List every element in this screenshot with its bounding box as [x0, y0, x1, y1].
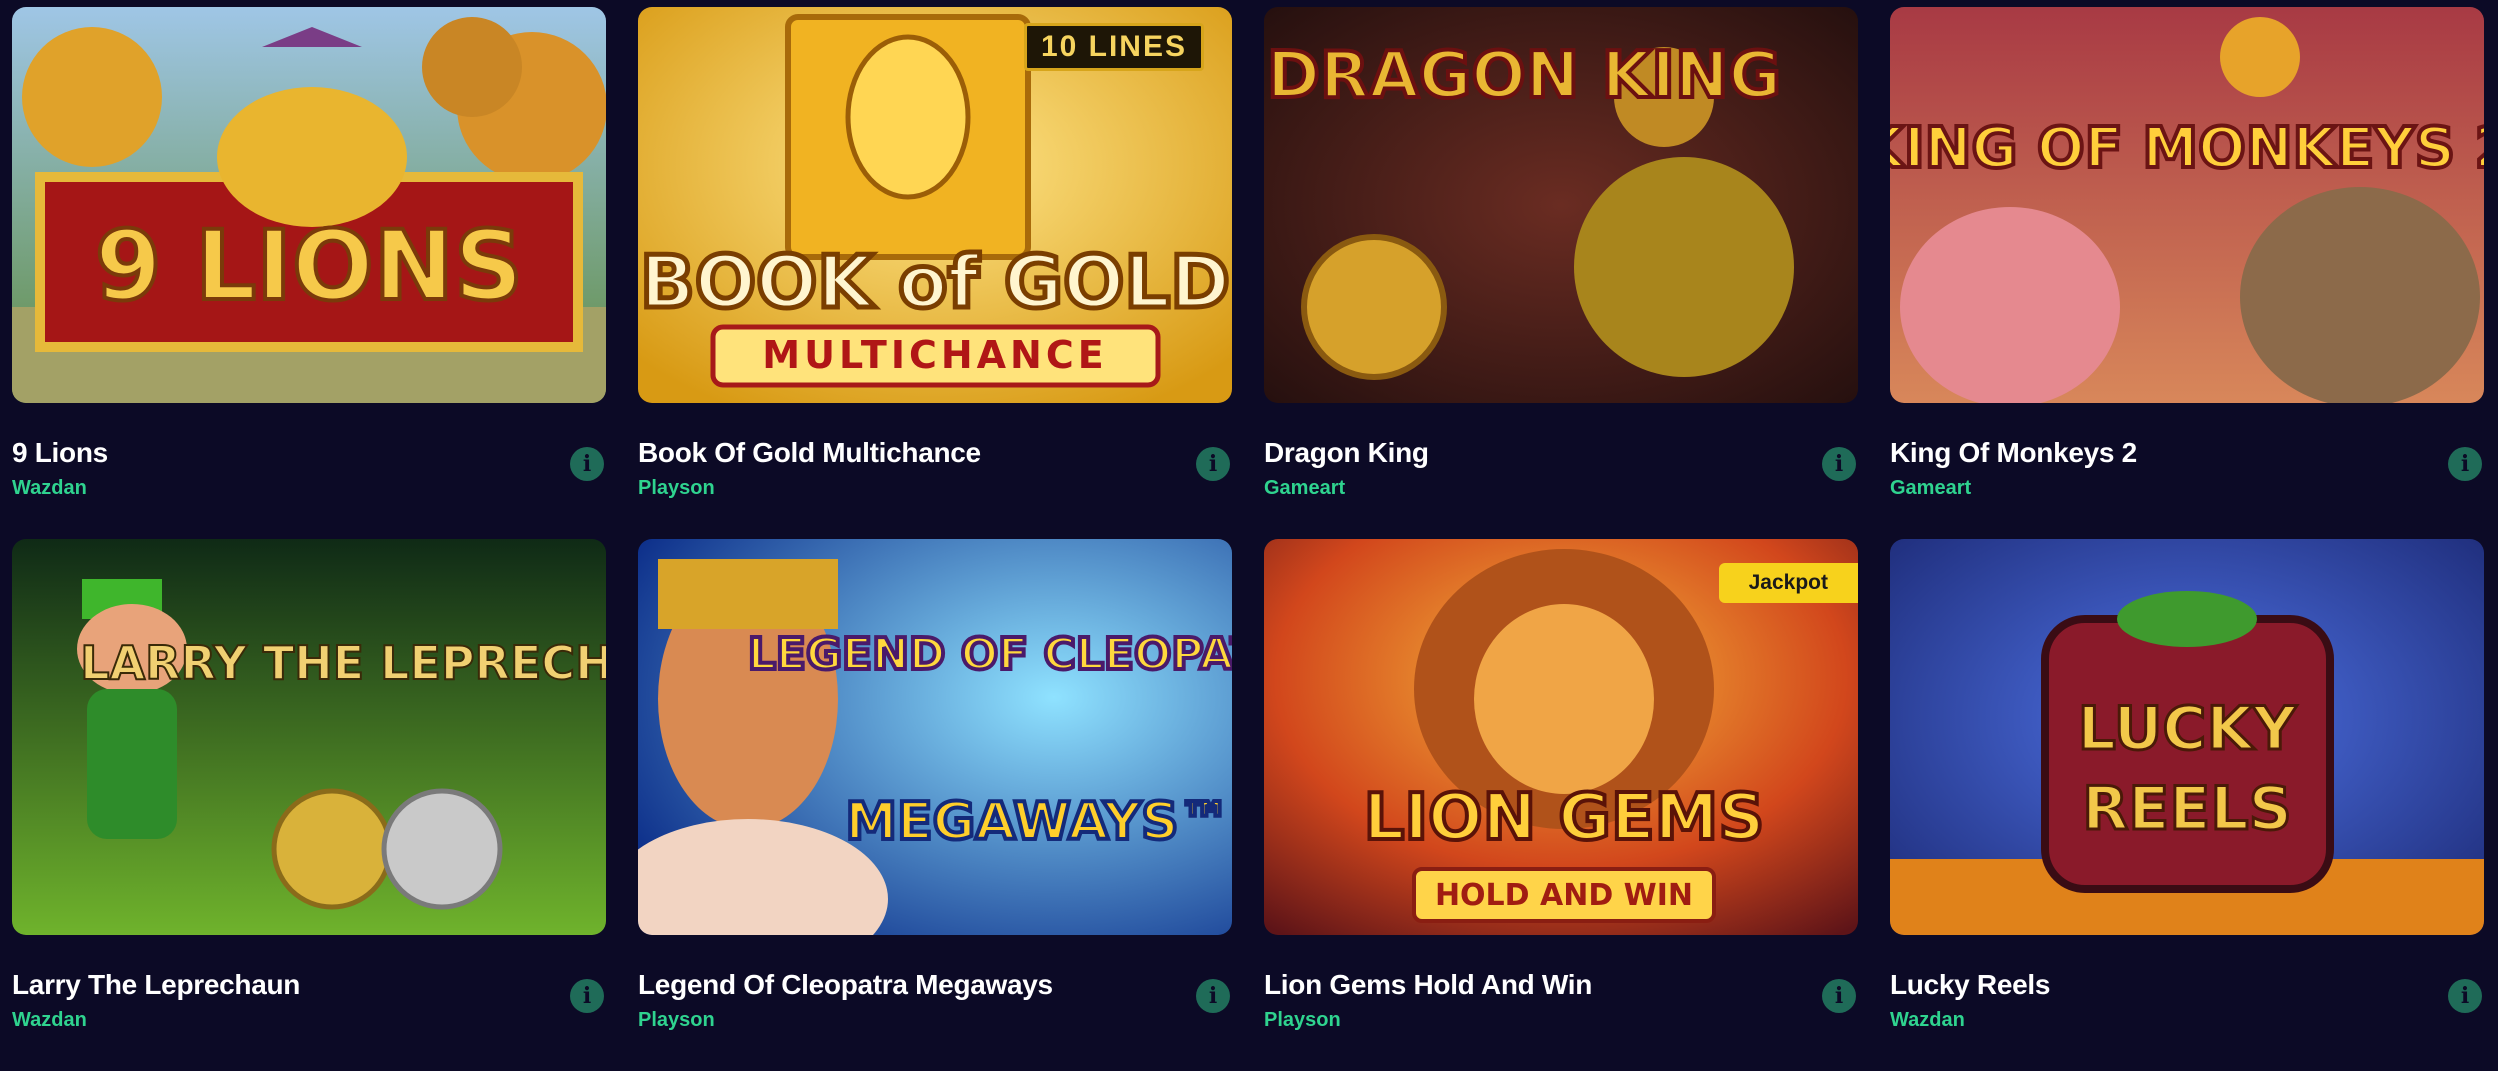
game-artwork: LARRY THE LEPRECHAUN	[12, 539, 606, 935]
game-thumbnail[interactable]: LION GEMS HOLD AND WIN Jackpot	[1264, 539, 1858, 935]
svg-text:LARRY THE LEPRECHAUN: LARRY THE LEPRECHAUN	[80, 636, 606, 690]
game-card-9-lions[interactable]: 9 LIONS 9 Lions Wazdan i	[12, 7, 606, 539]
info-icon[interactable]: i	[2448, 447, 2482, 481]
svg-text:9 LIONS: 9 LIONS	[95, 210, 523, 322]
info-icon[interactable]: i	[570, 979, 604, 1013]
info-icon[interactable]: i	[1196, 447, 1230, 481]
game-thumbnail[interactable]: LEGEND OF CLEOPATRA MEGAWAYS™	[638, 539, 1232, 935]
game-title[interactable]: Lucky Reels	[1890, 969, 2050, 1001]
game-artwork: LEGEND OF CLEOPATRA MEGAWAYS™	[638, 539, 1232, 935]
jackpot-badge: Jackpot	[1718, 563, 1858, 603]
game-thumbnail[interactable]: DRAGON KING	[1264, 7, 1858, 403]
game-title[interactable]: 9 Lions	[12, 437, 108, 469]
info-icon[interactable]: i	[1822, 979, 1856, 1013]
game-meta: Legend Of Cleopatra Megaways Playson i	[638, 935, 1232, 1071]
game-provider[interactable]: Wazdan	[1890, 1009, 1965, 1032]
game-card-book-of-gold[interactable]: BOOK of GOLD MULTICHANCE 10 LINES Book O…	[638, 7, 1232, 539]
game-title[interactable]: King Of Monkeys 2	[1890, 437, 2137, 469]
game-thumbnail[interactable]: LUCKY REELS	[1890, 539, 2484, 935]
game-meta: Lucky Reels Wazdan i	[1890, 935, 2484, 1071]
game-thumbnail[interactable]: 9 LIONS	[12, 7, 606, 403]
game-title[interactable]: Dragon King	[1264, 437, 1429, 469]
game-thumbnail[interactable]: LARRY THE LEPRECHAUN	[12, 539, 606, 935]
game-provider[interactable]: Playson	[638, 477, 715, 500]
game-provider[interactable]: Gameart	[1264, 477, 1345, 500]
game-provider[interactable]: Playson	[638, 1009, 715, 1032]
info-icon[interactable]: i	[1196, 979, 1230, 1013]
game-meta: Book Of Gold Multichance Playson i	[638, 403, 1232, 539]
game-meta: King Of Monkeys 2 Gameart i	[1890, 403, 2484, 539]
game-card-lucky-reels[interactable]: LUCKY REELS Lucky Reels Wazdan i	[1890, 539, 2484, 1071]
game-title[interactable]: Larry The Leprechaun	[12, 969, 300, 1001]
game-artwork: 9 LIONS	[12, 7, 606, 403]
game-meta: 9 Lions Wazdan i	[12, 403, 606, 539]
game-meta: Lion Gems Hold And Win Playson i	[1264, 935, 1858, 1071]
game-provider[interactable]: Playson	[1264, 1009, 1341, 1032]
game-provider[interactable]: Wazdan	[12, 477, 87, 500]
game-card-larry-the-leprechaun[interactable]: LARRY THE LEPRECHAUN Larry The Leprechau…	[12, 539, 606, 1071]
game-provider[interactable]: Gameart	[1890, 477, 1971, 500]
game-artwork: KING OF MONKEYS 2	[1890, 7, 2484, 403]
svg-text:MULTICHANCE: MULTICHANCE	[762, 333, 1107, 377]
game-thumbnail[interactable]: BOOK of GOLD MULTICHANCE 10 LINES	[638, 7, 1232, 403]
info-icon[interactable]: i	[2448, 979, 2482, 1013]
lines-badge: 10 LINES	[1023, 23, 1204, 71]
game-thumbnail[interactable]: KING OF MONKEYS 2	[1890, 7, 2484, 403]
game-artwork: DRAGON KING	[1264, 7, 1858, 403]
game-card-dragon-king[interactable]: DRAGON KING Dragon King Gameart i	[1264, 7, 1858, 539]
game-title[interactable]: Book Of Gold Multichance	[638, 437, 981, 469]
svg-text:LION GEMS: LION GEMS	[1364, 781, 1765, 855]
svg-text:REELS: REELS	[2082, 774, 2292, 844]
info-icon[interactable]: i	[570, 447, 604, 481]
svg-text:DRAGON KING: DRAGON KING	[1267, 39, 1781, 113]
game-title[interactable]: Lion Gems Hold And Win	[1264, 969, 1592, 1001]
svg-text:LUCKY: LUCKY	[2078, 694, 2298, 764]
svg-text:KING OF MONKEYS 2: KING OF MONKEYS 2	[1890, 116, 2484, 181]
svg-text:BOOK of GOLD: BOOK of GOLD	[640, 240, 1230, 324]
game-artwork: LUCKY REELS	[1890, 539, 2484, 935]
game-card-legend-of-cleopatra-megaways[interactable]: LEGEND OF CLEOPATRA MEGAWAYS™ Legend Of …	[638, 539, 1232, 1071]
svg-text:MEGAWAYS™: MEGAWAYS™	[845, 792, 1230, 852]
game-title[interactable]: Legend Of Cleopatra Megaways	[638, 969, 1053, 1001]
game-provider[interactable]: Wazdan	[12, 1009, 87, 1032]
info-icon[interactable]: i	[1822, 447, 1856, 481]
game-card-king-of-monkeys-2[interactable]: KING OF MONKEYS 2 King Of Monkeys 2 Game…	[1890, 7, 2484, 539]
svg-text:LEGEND OF CLEOPATRA: LEGEND OF CLEOPATRA	[748, 629, 1232, 680]
game-card-lion-gems-hold-and-win[interactable]: LION GEMS HOLD AND WIN Jackpot Lion Gems…	[1264, 539, 1858, 1071]
game-meta: Dragon King Gameart i	[1264, 403, 1858, 539]
svg-text:HOLD AND WIN: HOLD AND WIN	[1435, 878, 1693, 913]
game-meta: Larry The Leprechaun Wazdan i	[12, 935, 606, 1071]
game-grid: 9 LIONS 9 Lions Wazdan i BOOK of GOLD MU…	[12, 7, 2484, 1071]
